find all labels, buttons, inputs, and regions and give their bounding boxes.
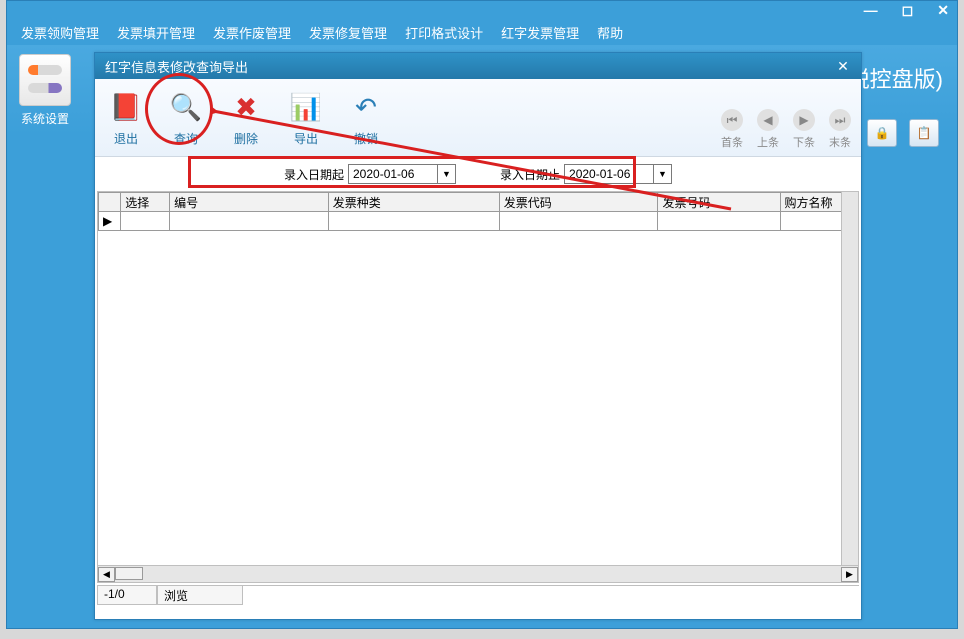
scroll-right-button[interactable]: ▶ bbox=[841, 567, 858, 582]
window-title-bar: — ◻ ✕ bbox=[7, 1, 957, 19]
settings-sliders-icon bbox=[19, 54, 71, 106]
export-button[interactable]: 📊 导出 bbox=[279, 88, 333, 147]
results-table: 选择 编号 发票种类 发票代码 发票号码 购方名称 销方 ▶ bbox=[98, 192, 859, 231]
filter-start-label: 录入日期起 bbox=[284, 166, 344, 183]
row-marker-icon: ▶ bbox=[99, 212, 121, 231]
filter-end-value: 2020-01-06 bbox=[569, 167, 630, 181]
right-mini-toolbar bbox=[867, 119, 939, 147]
col-select[interactable]: 选择 bbox=[121, 193, 170, 212]
undo-button[interactable]: ↶ 撤销 bbox=[339, 88, 393, 147]
row-marker-header bbox=[99, 193, 121, 212]
filter-end-label: 录入日期止 bbox=[500, 166, 560, 183]
nav-first[interactable]: ⏮ 首条 bbox=[721, 109, 743, 150]
nav-first-icon: ⏮ bbox=[721, 109, 743, 131]
query-button[interactable]: 🔍 查询 bbox=[159, 88, 213, 147]
menu-invoice-purchase[interactable]: 发票领购管理 bbox=[17, 21, 103, 44]
dialog-toolbar: 📕 退出 🔍 查询 ✖ 删除 📊 导出 ↶ 撤销 ⏮ 首 bbox=[95, 79, 861, 157]
menu-red-invoice[interactable]: 红字发票管理 bbox=[497, 21, 583, 44]
vertical-scrollbar[interactable] bbox=[841, 192, 858, 565]
filter-bar: 录入日期起 2020-01-06 ▼ 录入日期止 2020-01-06 ▼ bbox=[95, 157, 861, 191]
filter-end-date[interactable]: 2020-01-06 ▼ bbox=[564, 164, 672, 184]
nav-last-icon: ⏭ bbox=[829, 109, 851, 131]
dialog-close-button[interactable]: ✕ bbox=[831, 57, 855, 75]
results-grid: 选择 编号 发票种类 发票代码 发票号码 购方名称 销方 ▶ ◀ ▶ bbox=[97, 191, 859, 583]
filter-start-group: 录入日期起 2020-01-06 ▼ bbox=[278, 161, 462, 187]
table-header-row: 选择 编号 发票种类 发票代码 发票号码 购方名称 销方 bbox=[99, 193, 860, 212]
status-mode: 浏览 bbox=[157, 586, 243, 605]
dialog-title-bar: 红字信息表修改查询导出 ✕ bbox=[95, 53, 861, 79]
menu-print-design[interactable]: 打印格式设计 bbox=[401, 21, 487, 44]
status-bar: -1/0 浏览 bbox=[97, 585, 859, 605]
delete-button[interactable]: ✖ 删除 bbox=[219, 88, 273, 147]
nav-next-icon: ▶ bbox=[793, 109, 815, 131]
main-menu-bar: 发票领购管理 发票填开管理 发票作废管理 发票修复管理 打印格式设计 红字发票管… bbox=[7, 19, 957, 45]
delete-icon: ✖ bbox=[227, 88, 265, 126]
delete-label: 删除 bbox=[234, 130, 258, 147]
col-code[interactable]: 发票代码 bbox=[499, 193, 658, 212]
filter-end-group: 录入日期止 2020-01-06 ▼ bbox=[494, 161, 678, 187]
system-settings-button[interactable]: 系统设置 bbox=[9, 54, 81, 127]
scroll-left-button[interactable]: ◀ bbox=[98, 567, 115, 582]
toolbar-left-group: 📕 退出 🔍 查询 ✖ 删除 📊 导出 ↶ 撤销 bbox=[99, 88, 393, 147]
scroll-thumb[interactable] bbox=[115, 567, 143, 580]
undo-icon: ↶ bbox=[347, 88, 385, 126]
exit-icon: 📕 bbox=[107, 88, 145, 126]
status-position: -1/0 bbox=[97, 586, 157, 605]
menu-invoice-void[interactable]: 发票作废管理 bbox=[209, 21, 295, 44]
window-minimize-button[interactable]: — bbox=[864, 2, 878, 18]
window-close-button[interactable]: ✕ bbox=[937, 2, 949, 19]
nav-prev-label: 上条 bbox=[757, 134, 779, 150]
exit-button[interactable]: 📕 退出 bbox=[99, 88, 153, 147]
red-info-dialog: 红字信息表修改查询导出 ✕ 📕 退出 🔍 查询 ✖ 删除 📊 导出 ↶ 撤销 bbox=[94, 52, 862, 620]
lock-icon[interactable] bbox=[867, 119, 897, 147]
nav-next-label: 下条 bbox=[793, 134, 815, 150]
query-icon: 🔍 bbox=[167, 88, 205, 126]
dropdown-icon[interactable]: ▼ bbox=[653, 165, 671, 183]
exit-label: 退出 bbox=[114, 130, 138, 147]
record-nav-group: ⏮ 首条 ◀ 上条 ▶ 下条 ⏭ 末条 bbox=[721, 109, 851, 150]
menu-help[interactable]: 帮助 bbox=[593, 21, 627, 44]
col-type[interactable]: 发票种类 bbox=[328, 193, 499, 212]
table-row[interactable]: ▶ bbox=[99, 212, 860, 231]
menu-invoice-fill[interactable]: 发票填开管理 bbox=[113, 21, 199, 44]
col-number[interactable]: 编号 bbox=[170, 193, 329, 212]
nav-last[interactable]: ⏭ 末条 bbox=[829, 109, 851, 150]
menu-invoice-repair[interactable]: 发票修复管理 bbox=[305, 21, 391, 44]
nav-next[interactable]: ▶ 下条 bbox=[793, 109, 815, 150]
window-maximize-button[interactable]: ◻ bbox=[902, 2, 914, 19]
nav-last-label: 末条 bbox=[829, 134, 851, 150]
system-settings-label: 系统设置 bbox=[21, 110, 69, 127]
horizontal-scrollbar[interactable]: ◀ ▶ bbox=[98, 565, 858, 582]
nav-prev[interactable]: ◀ 上条 bbox=[757, 109, 779, 150]
undo-label: 撤销 bbox=[354, 130, 378, 147]
nav-first-label: 首条 bbox=[721, 134, 743, 150]
query-label: 查询 bbox=[174, 130, 198, 147]
filter-start-value: 2020-01-06 bbox=[353, 167, 414, 181]
export-icon: 📊 bbox=[287, 88, 325, 126]
scroll-track[interactable] bbox=[115, 567, 841, 582]
export-label: 导出 bbox=[294, 130, 318, 147]
dialog-title: 红字信息表修改查询导出 bbox=[105, 57, 248, 76]
dropdown-icon[interactable]: ▼ bbox=[437, 165, 455, 183]
filter-start-date[interactable]: 2020-01-06 ▼ bbox=[348, 164, 456, 184]
clipboard-icon[interactable] bbox=[909, 119, 939, 147]
col-invno[interactable]: 发票号码 bbox=[658, 193, 780, 212]
nav-prev-icon: ◀ bbox=[757, 109, 779, 131]
